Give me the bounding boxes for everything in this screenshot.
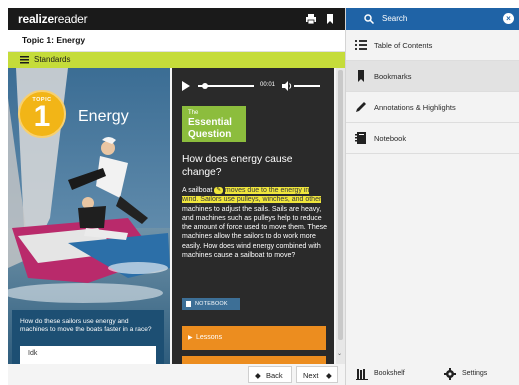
menu-lines-icon [20, 56, 29, 64]
page-scrollbar[interactable]: ⌄ [336, 68, 345, 364]
sidebar-item-annotations[interactable]: Annotations & Highlights [346, 92, 519, 123]
settings-button[interactable]: Settings [436, 364, 516, 385]
notebook-icon [355, 132, 366, 144]
chevron-down-icon[interactable]: ⌄ [337, 350, 342, 357]
standards-label: Standards [34, 55, 71, 64]
topic-badge-number: 1 [33, 100, 51, 133]
topic-hero-title: Energy [78, 108, 129, 125]
volume-slider[interactable] [294, 85, 320, 87]
back-button-label: Back [266, 371, 283, 380]
essential-question-body: A sailboat ✎ moves due to the energy in … [182, 186, 327, 260]
sidebar-item-label: Table of Contents [374, 41, 433, 50]
logo-bold: realize [18, 12, 54, 26]
logo-thin: reader [53, 12, 88, 26]
volume-icon[interactable] [282, 81, 292, 91]
answer-field[interactable]: Idk [20, 346, 156, 364]
reader-sidebar: Search × Table of Contents Bookmarks Ann… [345, 8, 519, 385]
pencil-icon [356, 102, 366, 112]
notebook-button[interactable]: NOTEBOOK [182, 298, 240, 310]
eq-logo-line1: The [188, 110, 199, 116]
bookshelf-icon [356, 369, 368, 380]
eq-logo-line3: Question [188, 129, 232, 140]
eq-logo-line2: Essential [188, 117, 232, 128]
highlight-note-icon[interactable]: ✎ [214, 187, 223, 194]
notebook-button-label: NOTEBOOK [195, 301, 228, 307]
back-button[interactable]: ◆ Back [248, 366, 292, 383]
sidebar-footer: Bookshelf Settings [346, 364, 519, 385]
bookshelf-button[interactable]: Bookshelf [346, 364, 426, 385]
sidebar-item-notebook[interactable]: Notebook [346, 123, 519, 154]
app-root: realizereader Topic 1: Energy Standards [0, 0, 519, 385]
essential-question-logo: The Essential Question [182, 106, 246, 142]
arrow-left-icon: ◆ [255, 371, 261, 380]
sailors-question-panel: How do these sailors use energy and mach… [12, 310, 164, 364]
arrow-right-icon: ◆ [326, 371, 332, 380]
lessons-button[interactable]: ▶ Lessons [182, 326, 326, 350]
app-logo[interactable]: realizereader [18, 12, 88, 26]
settings-label: Settings [462, 370, 488, 377]
sailors-question-text: How do these sailors use energy and mach… [20, 318, 152, 334]
sidebar-item-label: Notebook [374, 134, 407, 143]
bookshelf-label: Bookshelf [374, 370, 405, 377]
next-button-label: Next [303, 371, 319, 380]
scrollbar-thumb[interactable] [338, 70, 343, 340]
search-field[interactable]: Search × [346, 8, 519, 30]
topic-hero-image: TOPIC 1 Energy How do these sailors use … [8, 68, 170, 364]
essential-question-panel: 00:01 The Essential Question How does en… [172, 68, 334, 364]
notebook-icon [186, 301, 191, 307]
body-text-rest: machines to adjust the sails. Sails are … [182, 205, 328, 260]
bookmark-icon [358, 70, 364, 82]
reader-pane: realizereader Topic 1: Energy Standards [8, 8, 345, 385]
topic-number-badge: TOPIC 1 [18, 90, 66, 138]
topic-title: Topic 1: Energy [22, 35, 86, 45]
sidebar-item-label: Bookmarks [374, 72, 412, 81]
answer-value: Idk [28, 350, 38, 357]
page-content: TOPIC 1 Energy How do these sailors use … [8, 68, 345, 364]
bookmark-icon[interactable] [324, 13, 336, 25]
audio-time: 00:01 [260, 82, 276, 88]
gear-icon [444, 368, 456, 380]
search-icon [364, 14, 374, 24]
play-icon[interactable] [182, 81, 190, 91]
next-section-bar [182, 356, 326, 364]
top-bar: realizereader [8, 8, 345, 30]
sidebar-item-bookmarks[interactable]: Bookmarks [346, 61, 519, 92]
audio-player: 00:01 [182, 80, 327, 92]
page-navigation: ◆ Back Next ◆ [8, 364, 345, 385]
standards-toggle[interactable]: Standards [8, 52, 345, 68]
close-icon[interactable]: × [503, 13, 514, 24]
topic-header: Topic 1: Energy [8, 30, 345, 52]
sidebar-item-label: Annotations & Highlights [374, 103, 456, 112]
search-placeholder: Search [382, 14, 408, 23]
sidebar-item-table-of-contents[interactable]: Table of Contents [346, 30, 519, 61]
chevron-right-icon: ▶ [188, 335, 193, 341]
audio-progress-knob[interactable] [202, 83, 208, 89]
printer-icon[interactable] [305, 13, 317, 25]
next-button[interactable]: Next ◆ [296, 366, 338, 383]
lessons-button-label: Lessons [196, 334, 223, 341]
list-icon [355, 40, 367, 50]
essential-question-heading: How does energy cause change? [182, 154, 293, 178]
body-text-start: A sailboat [182, 187, 213, 194]
